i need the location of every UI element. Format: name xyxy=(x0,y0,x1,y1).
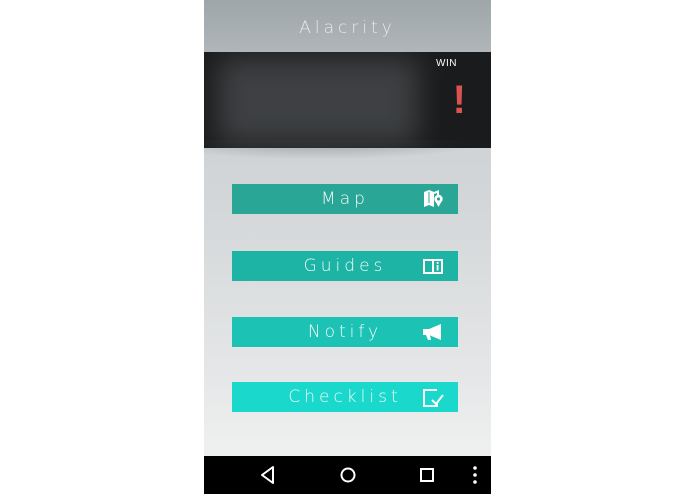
megaphone-icon xyxy=(423,324,441,340)
checklist-button[interactable]: Checklist xyxy=(232,382,458,412)
system-navigation-bar xyxy=(204,456,491,494)
map-button-label: Map xyxy=(321,189,369,209)
overflow-menu-icon[interactable] xyxy=(463,463,487,487)
recents-icon[interactable] xyxy=(415,463,439,487)
win-badge: WIN xyxy=(436,58,457,69)
alert-icon: ! xyxy=(452,78,466,122)
notify-button-label: Notify xyxy=(307,322,383,342)
back-icon[interactable] xyxy=(256,463,280,487)
checkbox-icon xyxy=(423,389,444,407)
book-info-icon xyxy=(423,259,443,274)
map-button[interactable]: Map xyxy=(232,184,458,214)
banner-shadow xyxy=(204,140,491,160)
status-banner[interactable]: WIN ! xyxy=(204,52,491,148)
phone-screen: Alacrity WIN ! Map Guides Notify Checkli… xyxy=(204,0,491,494)
banner-blurred-content xyxy=(218,58,418,144)
checklist-button-label: Checklist xyxy=(288,387,402,407)
map-pin-icon xyxy=(424,190,443,207)
app-title: Alacrity xyxy=(299,18,396,38)
notify-button[interactable]: Notify xyxy=(232,317,458,347)
app-header: Alacrity xyxy=(204,0,491,52)
guides-button[interactable]: Guides xyxy=(232,251,458,281)
guides-button-label: Guides xyxy=(303,256,387,276)
home-icon[interactable] xyxy=(336,463,360,487)
